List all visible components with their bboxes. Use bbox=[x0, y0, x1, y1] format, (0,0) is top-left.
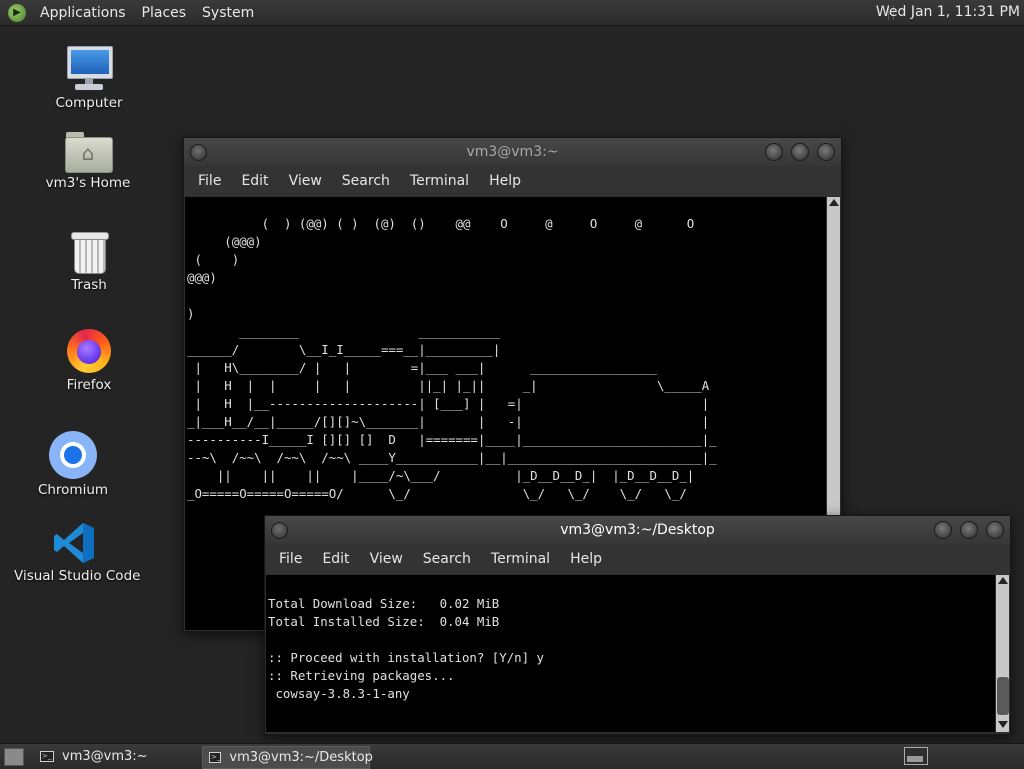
terminal-icon: >_ bbox=[209, 752, 222, 763]
home-folder-icon: ⌂ bbox=[65, 130, 113, 173]
close-button[interactable] bbox=[986, 521, 1004, 539]
clock[interactable]: Wed Jan 1, 11:31 PM bbox=[876, 4, 1020, 20]
desktop-icon-trash[interactable]: Trash bbox=[44, 230, 134, 293]
menu-view[interactable]: View bbox=[279, 173, 332, 189]
window-title: vm3@vm3:~ bbox=[466, 144, 559, 160]
menu-terminal[interactable]: Terminal bbox=[481, 551, 560, 567]
taskbar-item-desktop[interactable]: >_ vm3@vm3:~/Desktop bbox=[202, 746, 373, 769]
menu-file[interactable]: File bbox=[269, 551, 312, 567]
menu-view[interactable]: View bbox=[360, 551, 413, 567]
minimize-button[interactable] bbox=[765, 143, 783, 161]
bottom-panel: >_ vm3@vm3:~ >_ vm3@vm3:~/Desktop bbox=[0, 743, 1024, 769]
scroll-up-arrow-icon[interactable] bbox=[829, 199, 839, 206]
show-desktop-icon[interactable] bbox=[4, 748, 24, 766]
desktop-icon-chromium[interactable]: Chromium bbox=[28, 431, 118, 498]
desktop-icon-firefox[interactable]: Firefox bbox=[44, 326, 134, 393]
computer-icon bbox=[65, 46, 113, 92]
terminal-text: ( ) (@@) ( ) (@) () @@ O @ O @ O (@@@) (… bbox=[187, 216, 717, 501]
window-menu-button[interactable] bbox=[190, 144, 207, 161]
system-menu[interactable]: System bbox=[194, 5, 262, 21]
places-menu[interactable]: Places bbox=[134, 5, 195, 21]
scroll-down-arrow-icon[interactable] bbox=[998, 721, 1008, 728]
desktop-icon-label: Chromium bbox=[37, 482, 109, 498]
terminal-text: Total Download Size: 0.02 MiB Total Inst… bbox=[268, 596, 545, 701]
terminal-output[interactable]: Total Download Size: 0.02 MiB Total Inst… bbox=[266, 575, 995, 732]
taskbar-item-home[interactable]: >_ vm3@vm3:~ bbox=[34, 746, 204, 767]
scrollbar[interactable] bbox=[996, 575, 1009, 732]
firefox-icon bbox=[65, 326, 113, 374]
desktop-icon-computer[interactable]: Computer bbox=[44, 46, 134, 111]
menu-search[interactable]: Search bbox=[332, 173, 400, 189]
desktop-icon-label: Computer bbox=[55, 95, 123, 111]
desktop-icon-label: Firefox bbox=[66, 377, 112, 393]
distro-logo-icon[interactable]: ▶ bbox=[8, 3, 26, 22]
desktop-icon-label: Visual Studio Code bbox=[14, 568, 141, 584]
maximize-button[interactable] bbox=[791, 143, 809, 161]
vscode-icon bbox=[52, 521, 96, 565]
window-titlebar[interactable]: vm3@vm3:~ bbox=[184, 138, 841, 166]
menu-edit[interactable]: Edit bbox=[231, 173, 278, 189]
window-menu-button[interactable] bbox=[271, 522, 288, 539]
desktop-icon-home[interactable]: ⌂ vm3's Home bbox=[38, 130, 138, 191]
window-titlebar[interactable]: vm3@vm3:~/Desktop bbox=[265, 516, 1010, 544]
top-panel: ▶ Applications Places System Wed Jan 1, … bbox=[0, 0, 1024, 26]
terminal-icon: >_ bbox=[40, 751, 54, 762]
applications-menu[interactable]: Applications bbox=[32, 5, 134, 21]
workspace-switcher[interactable] bbox=[904, 747, 928, 765]
taskbar-item-label: vm3@vm3:~ bbox=[62, 749, 148, 764]
menu-file[interactable]: File bbox=[188, 173, 231, 189]
menu-edit[interactable]: Edit bbox=[312, 551, 359, 567]
scroll-up-arrow-icon[interactable] bbox=[998, 577, 1008, 584]
window-title: vm3@vm3:~/Desktop bbox=[560, 522, 715, 538]
menubar: File Edit View Search Terminal Help bbox=[184, 166, 841, 196]
menu-terminal[interactable]: Terminal bbox=[400, 173, 479, 189]
scrollbar-thumb[interactable] bbox=[997, 677, 1009, 715]
trash-icon bbox=[70, 230, 109, 274]
chromium-icon bbox=[49, 431, 97, 479]
taskbar-item-label: vm3@vm3:~/Desktop bbox=[229, 750, 373, 765]
minimize-button[interactable] bbox=[934, 521, 952, 539]
maximize-button[interactable] bbox=[960, 521, 978, 539]
desktop-icon-vscode[interactable]: Visual Studio Code bbox=[14, 521, 141, 584]
desktop-icon-label: vm3's Home bbox=[45, 175, 131, 191]
close-button[interactable] bbox=[817, 143, 835, 161]
desktop-icon-label: Trash bbox=[71, 277, 107, 293]
terminal-window-desktop[interactable]: vm3@vm3:~/Desktop File Edit View Search … bbox=[264, 515, 1011, 735]
menu-search[interactable]: Search bbox=[413, 551, 481, 567]
menu-help[interactable]: Help bbox=[560, 551, 612, 567]
menu-help[interactable]: Help bbox=[479, 173, 531, 189]
menubar: File Edit View Search Terminal Help bbox=[265, 544, 1010, 574]
